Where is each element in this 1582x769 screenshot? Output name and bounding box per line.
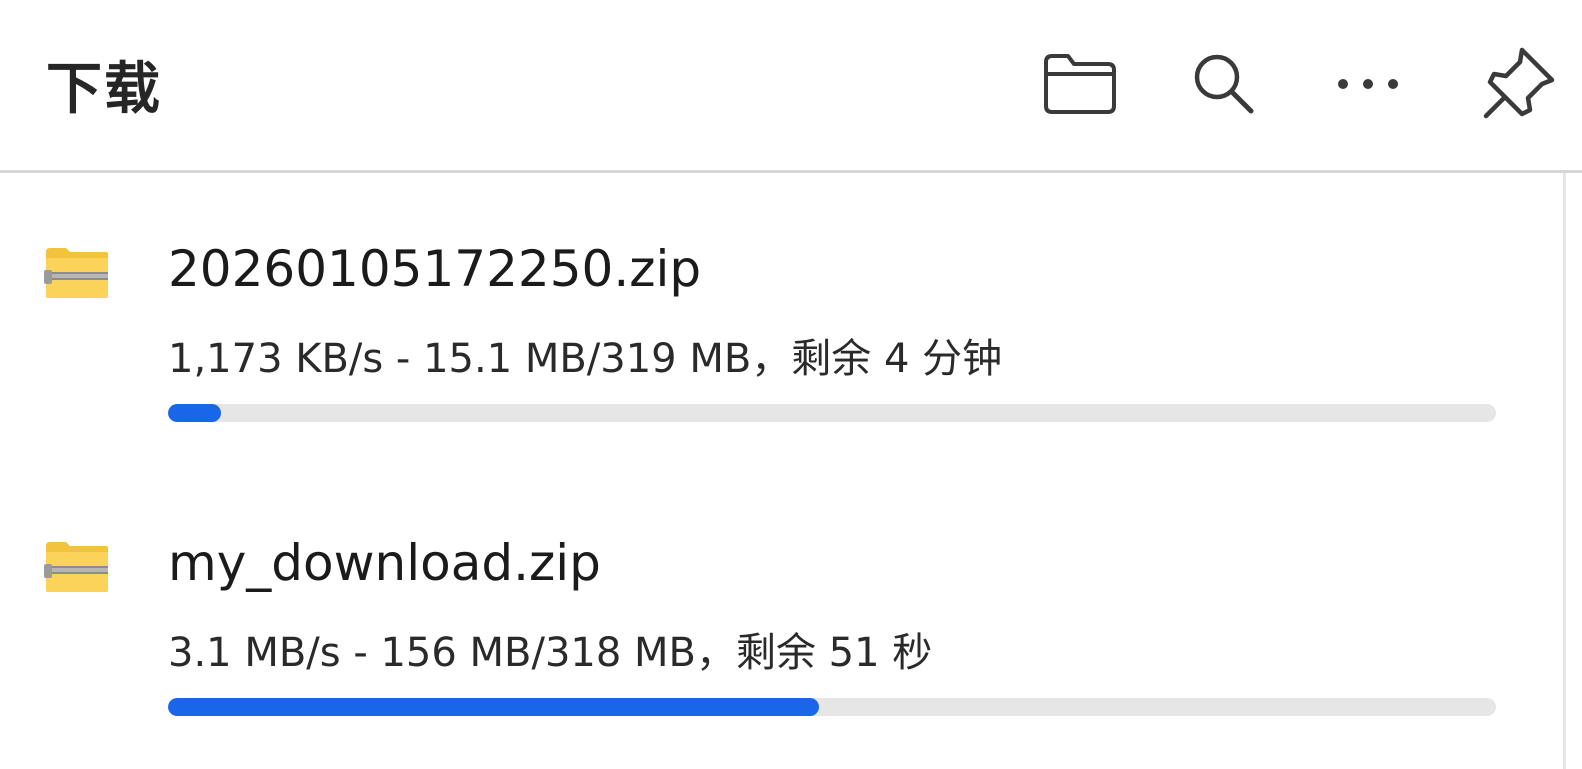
progress-bar <box>168 698 1496 716</box>
progress-fill <box>168 404 222 422</box>
folder-icon <box>1044 54 1116 114</box>
pin-icon <box>1483 47 1555 119</box>
progress-bar <box>168 404 1496 422</box>
open-folder-button[interactable] <box>1034 38 1126 130</box>
downloads-panel: 下载 20260105172250.zip 1,173 KB/s - 15.1 … <box>0 0 1582 769</box>
pin-button[interactable] <box>1472 38 1564 130</box>
panel-title: 下载 <box>46 57 162 122</box>
more-options-button[interactable] <box>1322 38 1414 130</box>
scrollbar-track[interactable] <box>1563 173 1566 769</box>
search-icon <box>1194 54 1254 114</box>
more-icon <box>1338 79 1398 89</box>
zip-folder-icon <box>44 542 108 592</box>
progress-fill <box>168 698 819 716</box>
downloads-header: 下载 <box>0 0 1582 170</box>
download-item[interactable]: 20260105172250.zip 1,173 KB/s - 15.1 MB/… <box>0 212 1560 482</box>
search-button[interactable] <box>1178 38 1270 130</box>
header-divider <box>0 170 1582 173</box>
download-status: 1,173 KB/s - 15.1 MB/319 MB，剩余 4 分钟 <box>168 336 1003 382</box>
zip-folder-icon <box>44 248 108 298</box>
file-name[interactable]: my_download.zip <box>168 534 601 592</box>
download-status: 3.1 MB/s - 156 MB/318 MB，剩余 51 秒 <box>168 630 933 676</box>
download-item[interactable]: my_download.zip 3.1 MB/s - 156 MB/318 MB… <box>0 506 1560 769</box>
file-name[interactable]: 20260105172250.zip <box>168 240 701 298</box>
